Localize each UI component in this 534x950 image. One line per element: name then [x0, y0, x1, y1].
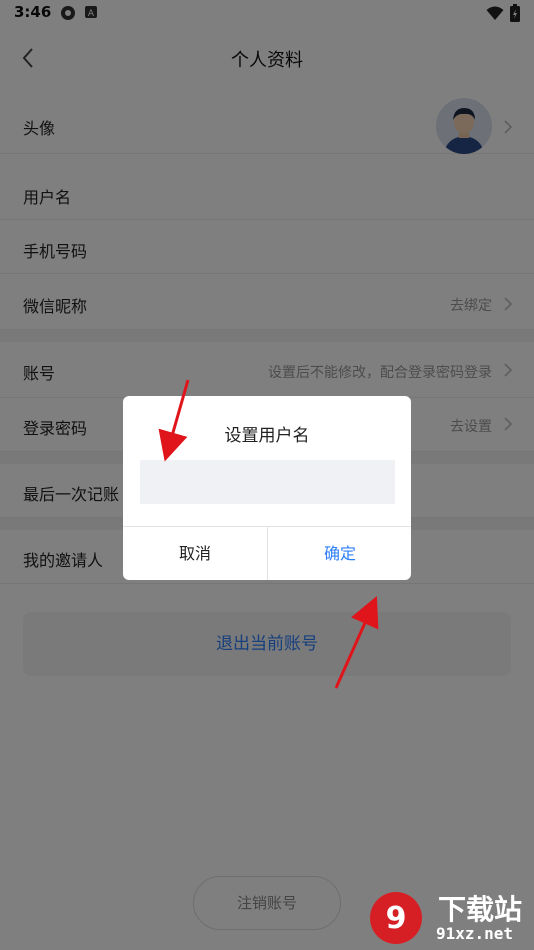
- svg-text:9: 9: [386, 901, 407, 936]
- dialog-title: 设置用户名: [224, 426, 310, 446]
- dialog-cancel-button[interactable]: 取消: [123, 527, 267, 580]
- watermark-url: 91xz.net: [436, 924, 514, 943]
- dialog-confirm-button[interactable]: 确定: [268, 527, 411, 580]
- username-input[interactable]: [140, 460, 395, 504]
- watermark-brand: 下载站: [438, 893, 523, 926]
- set-username-dialog: 设置用户名 取消 确定: [123, 396, 411, 580]
